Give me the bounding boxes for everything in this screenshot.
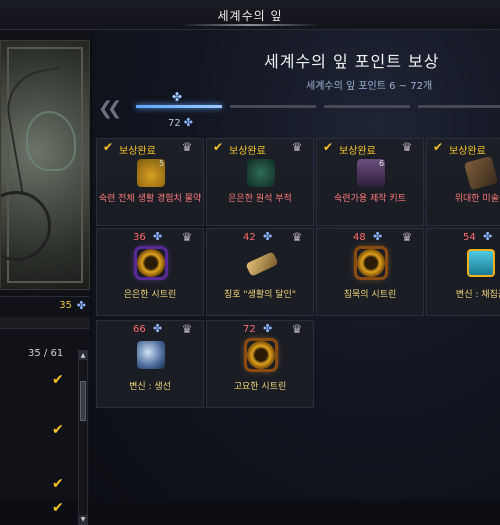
- reward-name: 침묵의 시트린: [343, 290, 397, 300]
- citrine-icon: [137, 249, 165, 277]
- check-icon: ✔: [52, 500, 64, 516]
- reward-name: 변신 : 채집꾼: [455, 290, 500, 300]
- title-scroll-icon: [245, 251, 279, 277]
- reward-name: 칭호 "생활의 달인": [224, 290, 296, 300]
- check-icon: ✔: [52, 422, 64, 438]
- reward-points: 36: [133, 232, 146, 243]
- reward-name: 위대한 미술품: [454, 194, 500, 204]
- leaf-icon: ✤: [183, 116, 193, 129]
- leaf-icon: ✤: [153, 230, 163, 243]
- scroll-down-icon[interactable]: ▼: [79, 515, 87, 524]
- reward-points: 72: [243, 324, 256, 335]
- reward-status: 보상완료: [229, 146, 266, 157]
- timeline-segment: [418, 105, 500, 108]
- check-icon: ✔: [52, 476, 64, 492]
- reward-card[interactable]: ✔ 보상완료 ♛ 은은한 원석 부적: [206, 138, 314, 226]
- leaf-icon: ✤: [76, 299, 86, 312]
- leaf-icon: ✤: [263, 230, 273, 243]
- reward-status: 보상완료: [119, 146, 156, 157]
- gem-icon: [247, 159, 275, 187]
- reward-name: 은은한 원석 부적: [228, 194, 292, 204]
- leaf-icon: ✤: [153, 322, 163, 335]
- left-panel: 35 ✤ 35 / 61 ✔ ✔ ✔ ✔ ▲ ▼: [0, 30, 90, 525]
- scrollbar[interactable]: ▲ ▼: [78, 350, 88, 525]
- timeline-label: 72 ✤: [168, 116, 193, 129]
- world-tree-map: [0, 40, 90, 290]
- reward-points: 54: [463, 232, 476, 243]
- leaf-icon: ✤: [373, 230, 383, 243]
- reward-card[interactable]: 42 ✤ ♛ 칭호 "생활의 달인": [206, 228, 314, 316]
- reward-card[interactable]: 72 ✤ ♛ 고요한 시트린: [206, 320, 314, 408]
- reward-card[interactable]: ✔ 보상완료 위대한 미술품: [426, 138, 500, 226]
- progress-count: 35 / 61: [28, 348, 64, 359]
- reward-points: 66: [133, 324, 146, 335]
- timeline-value: 72: [168, 118, 181, 129]
- leaf-icon: ✤: [263, 322, 273, 335]
- reward-name: 변신 : 생선: [129, 382, 171, 392]
- emblem-icon: ♛: [291, 140, 303, 154]
- reward-name: 고요한 시트린: [233, 382, 287, 392]
- emblem-icon: ♛: [401, 230, 413, 244]
- check-icon: ✔: [213, 140, 224, 154]
- points-bar: [0, 317, 90, 329]
- scroll-up-icon[interactable]: ▲: [79, 351, 87, 360]
- title-ornament: [180, 24, 320, 26]
- emblem-icon: ♛: [181, 322, 193, 336]
- timeline-segment-active: [136, 105, 222, 108]
- timeline-prev-icon[interactable]: ❮❮: [98, 98, 122, 119]
- emblem-icon: ♛: [181, 230, 193, 244]
- check-icon: ✔: [103, 140, 114, 154]
- reward-name: 은은한 시트린: [123, 290, 177, 300]
- emblem-icon: ♛: [401, 140, 413, 154]
- points-row: 35 ✤: [0, 296, 90, 316]
- emblem-icon: ♛: [181, 140, 193, 154]
- window-title: 세계수의 잎: [217, 9, 283, 23]
- reward-card[interactable]: ✔ 보상완료 ♛ 6 숙련가용 제작 키트: [316, 138, 424, 226]
- panel-subheading: 세계수의 잎 포인트 6 ~ 72개: [306, 81, 433, 92]
- reward-card[interactable]: 48 ✤ ♛ 침묵의 시트린: [316, 228, 424, 316]
- gift-box-icon: [467, 249, 495, 277]
- reward-card[interactable]: ✔ 보상완료 ♛ 5 숙련 전체 생활 경험치 물약: [96, 138, 204, 226]
- reward-panel: 세계수의 잎 포인트 보상 세계수의 잎 포인트 6 ~ 72개 ❮❮ ✤ 72…: [92, 30, 500, 500]
- check-icon: ✔: [323, 140, 334, 154]
- emblem-icon: ♛: [291, 230, 303, 244]
- check-icon: ✔: [52, 372, 64, 388]
- reward-name: 숙련 전체 생활 경험치 물약: [98, 194, 202, 204]
- check-icon: ✔: [433, 140, 444, 154]
- reward-card[interactable]: 54 ✤ 변신 : 채집꾼: [426, 228, 500, 316]
- timeline-segment: [230, 105, 316, 108]
- title-bar: 세계수의 잎: [0, 0, 500, 30]
- citrine-icon: [247, 341, 275, 369]
- reward-status: 보상완료: [339, 146, 376, 157]
- reward-card[interactable]: 36 ✤ ♛ 은은한 시트린: [96, 228, 204, 316]
- timeline-marker-icon: ✤: [171, 90, 183, 104]
- emblem-icon: ♛: [291, 322, 303, 336]
- timeline-segment: [324, 105, 410, 108]
- points-value: 35: [59, 300, 72, 311]
- scroll-icon: [463, 155, 499, 191]
- fish-transform-icon: [137, 341, 165, 369]
- reward-card[interactable]: 66 ✤ ♛ 변신 : 생선: [96, 320, 204, 408]
- item-count: 5: [159, 159, 165, 168]
- scroll-thumb[interactable]: [80, 381, 86, 421]
- reward-points: 42: [243, 232, 256, 243]
- reward-name: 숙련가용 제작 키트: [334, 194, 406, 204]
- reward-status: 보상완료: [449, 146, 486, 157]
- panel-heading: 세계수의 잎 포인트 보상: [264, 52, 440, 71]
- citrine-icon: [357, 249, 385, 277]
- reward-points: 48: [353, 232, 366, 243]
- item-count: 6: [379, 159, 385, 168]
- leaf-icon: ✤: [483, 230, 493, 243]
